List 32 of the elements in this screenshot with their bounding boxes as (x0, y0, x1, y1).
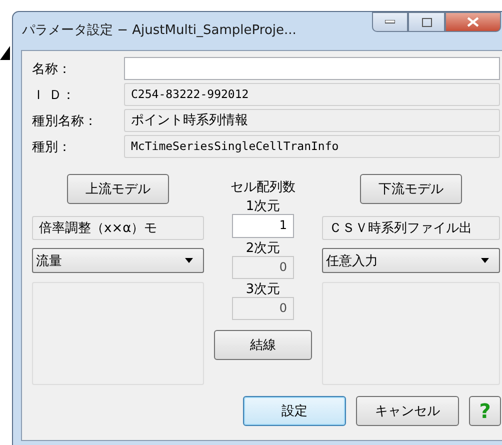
close-button[interactable] (445, 12, 501, 32)
dialog-button[interactable]: 設定 (243, 396, 346, 426)
dropdown[interactable]: 任意入力 (322, 248, 500, 273)
field-label: Ｉ Ｄ： (32, 86, 76, 104)
model-field: ＣＳＶ時系列ファイル出 (322, 216, 500, 240)
dropdown[interactable]: 流量 (32, 248, 204, 273)
field-label: 名称： (32, 60, 72, 78)
field-label: 種別名称： (32, 112, 98, 130)
model-button[interactable]: 下流モデル (360, 174, 462, 204)
maximize-icon (422, 18, 432, 26)
cell-array-label: セル配列数 (230, 180, 296, 196)
minimize-icon (385, 20, 395, 24)
number-field[interactable]: 1 (232, 214, 294, 238)
dimension-label: 2次元 (246, 241, 280, 256)
dimension-label: 3次元 (246, 282, 280, 297)
model-button[interactable]: 上流モデル (67, 174, 169, 204)
close-icon (467, 17, 479, 27)
dialog-button[interactable]: キャンセル (356, 396, 459, 426)
connect-button[interactable]: 結線 (214, 330, 312, 360)
field-label: 種別： (32, 138, 72, 156)
dimension-label: 1次元 (246, 199, 280, 214)
input-field[interactable] (124, 57, 500, 80)
readonly-field: C254-83222-992012 (124, 83, 500, 106)
readonly-field: McTimeSeriesSingleCellTranInfo (124, 135, 500, 158)
caret-icon (185, 258, 193, 263)
maximize-button[interactable] (408, 12, 445, 32)
caret-icon (481, 258, 489, 263)
minimize-button[interactable] (372, 12, 408, 32)
window-title: パラメータ設定 − AjustMulti_SampleProje... (22, 22, 296, 39)
readonly-field: ポイント時系列情報 (124, 109, 500, 132)
triangle-icon (0, 46, 10, 60)
model-field: 倍率調整（x×α）モ (32, 216, 204, 240)
